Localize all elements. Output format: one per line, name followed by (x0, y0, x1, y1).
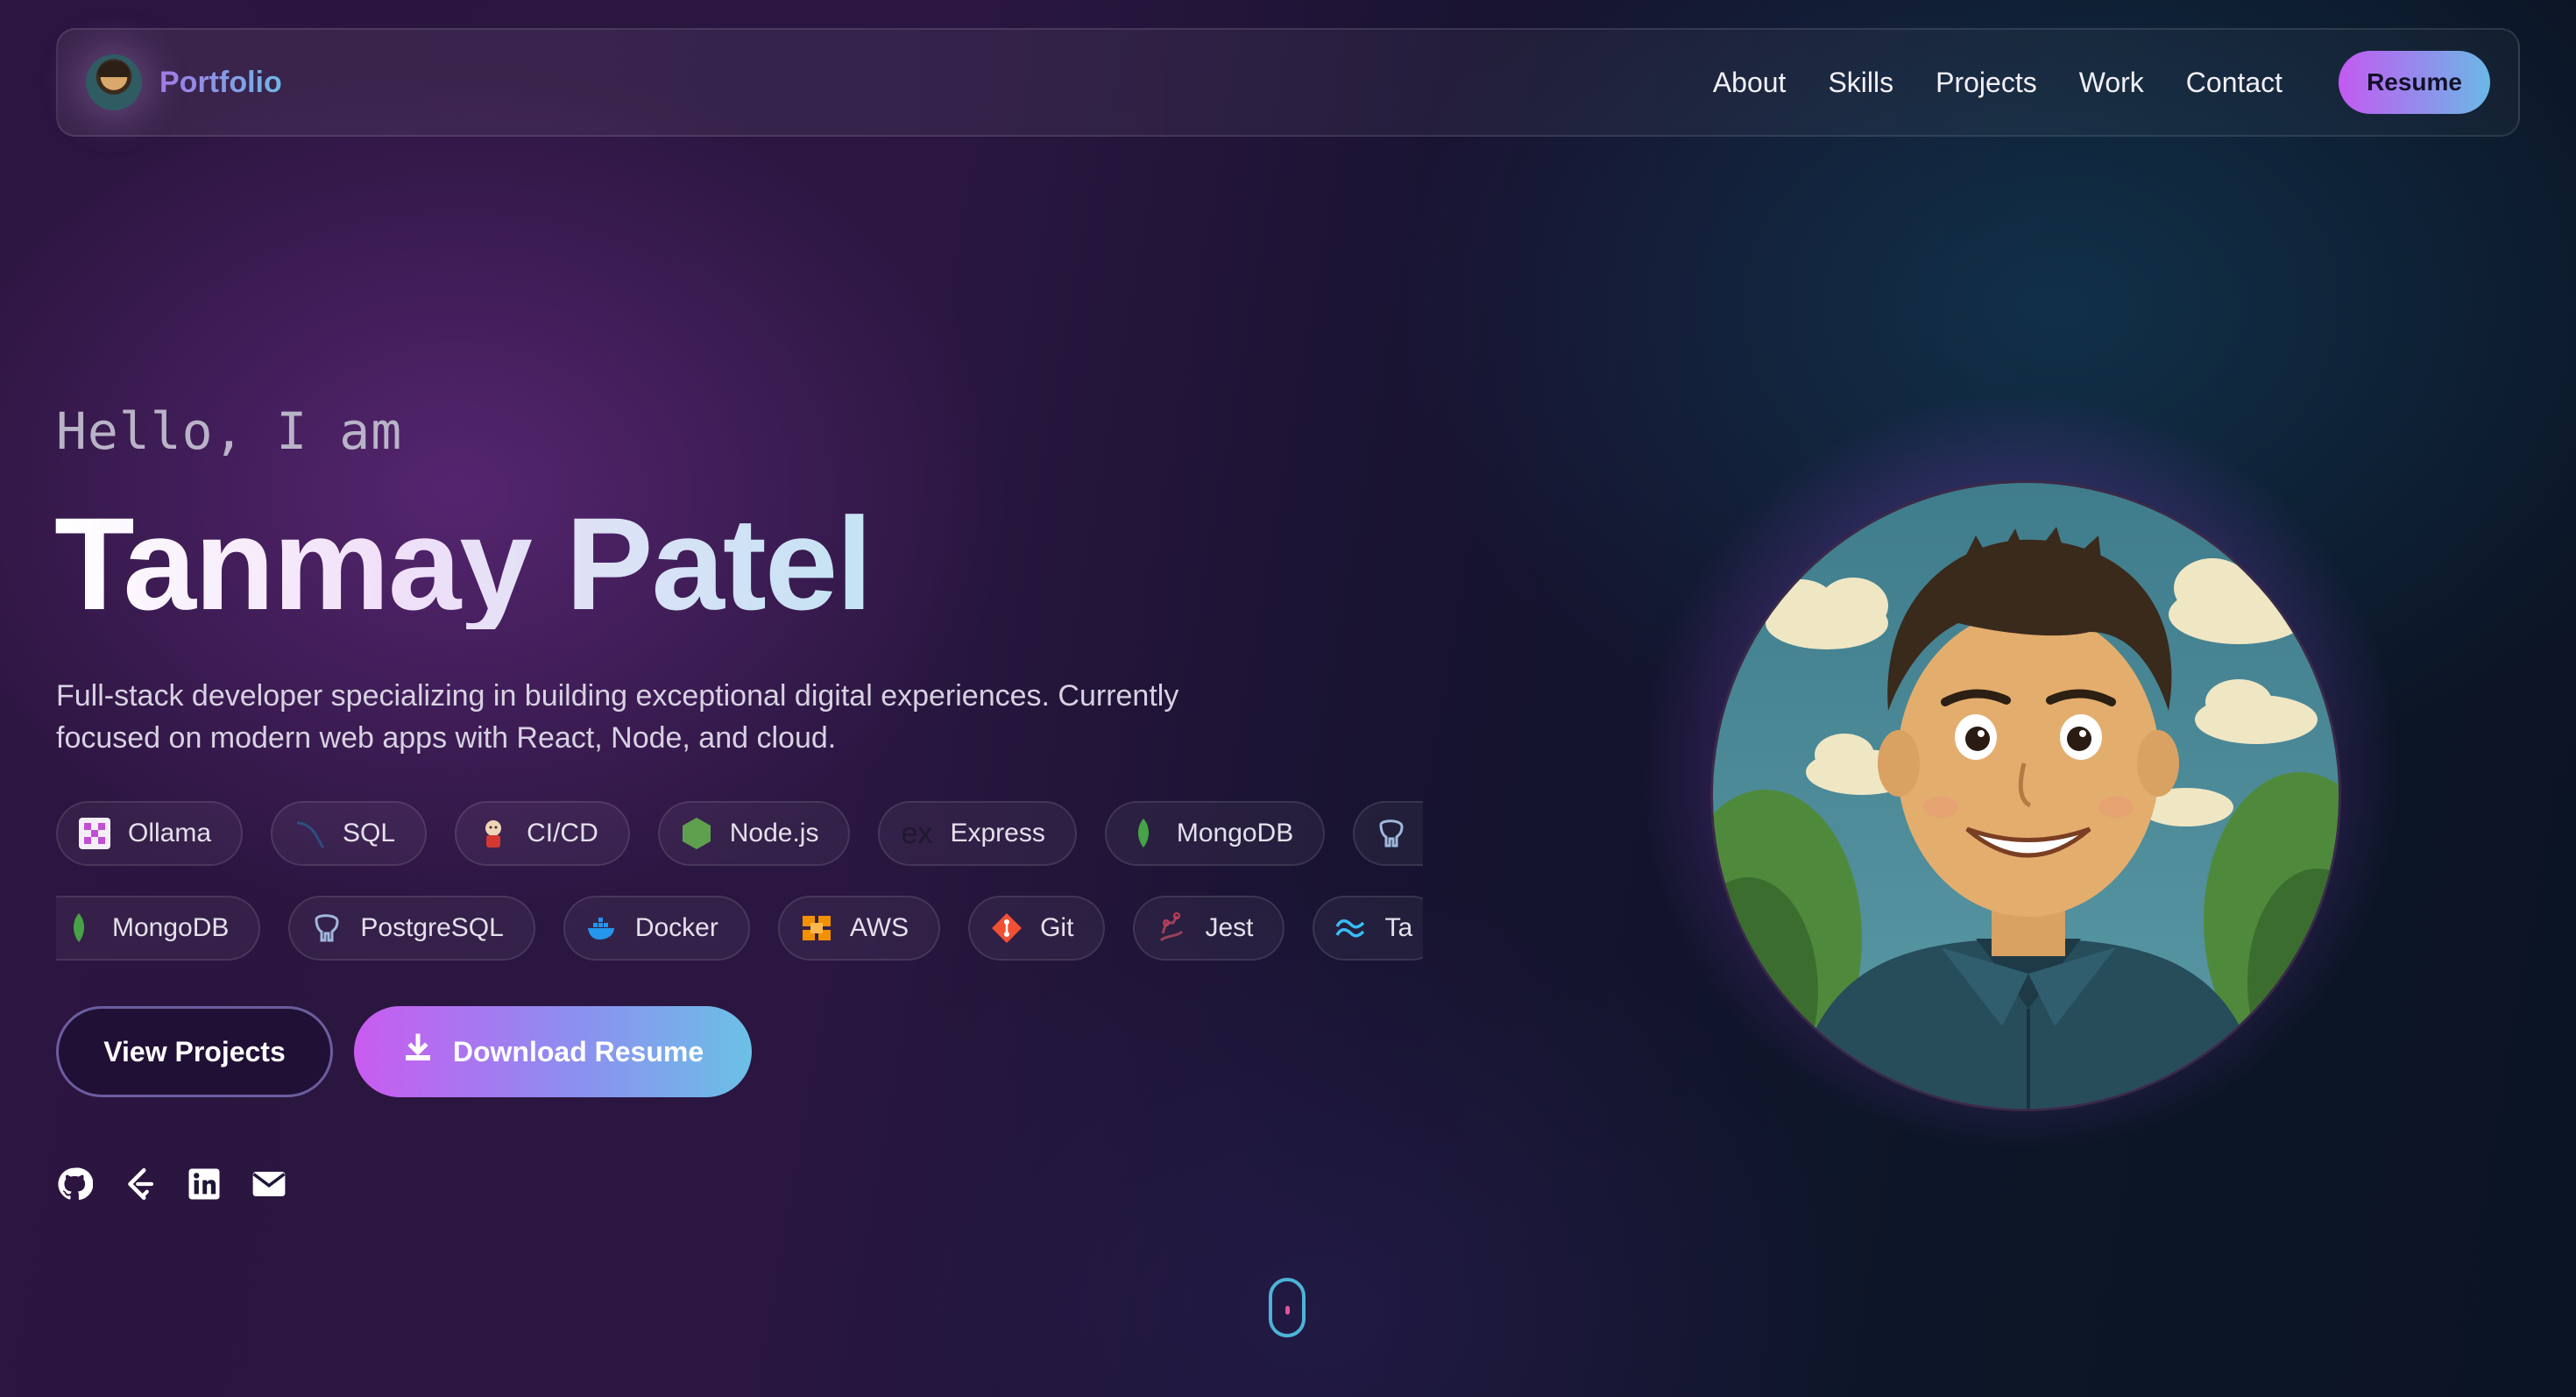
scroll-dot (1285, 1306, 1290, 1315)
download-resume-button[interactable]: Download Resume (354, 1006, 752, 1097)
skill-label: PostgreSQL (360, 913, 504, 942)
brand[interactable]: Portfolio (86, 54, 282, 110)
brand-name[interactable]: Portfolio (159, 66, 282, 100)
skill-chip-mongodb: MongoDB (56, 896, 261, 961)
docker-whale-icon (584, 911, 619, 946)
hero-description: Full-stack developer specializing in bui… (56, 679, 1179, 755)
jenkins-icon (476, 816, 511, 851)
skill-label: Ta (1384, 913, 1413, 942)
mongodb-leaf-icon (61, 911, 96, 946)
skill-chip-express: ex Express (878, 801, 1077, 866)
nav-link-contact[interactable]: Contact (2186, 67, 2282, 99)
hero-greeting: Hello, I am (56, 401, 403, 461)
skill-label: MongoDB (1176, 819, 1294, 847)
mongodb-leaf-icon (1126, 816, 1161, 851)
nav-links: About Skills Projects Work Contact Resum… (1713, 51, 2490, 114)
nav-link-work[interactable]: Work (2079, 67, 2144, 99)
scroll-down-indicator[interactable] (1269, 1278, 1306, 1337)
skills-marquee-row-1: Ollama SQL CI/CD Node.js ex Express Mong… (56, 801, 1423, 873)
skill-chip-jest: Jest (1133, 896, 1285, 961)
skill-label: Docker (634, 913, 718, 942)
tailwind-icon (1334, 911, 1369, 946)
resume-button[interactable]: Resume (2339, 51, 2490, 114)
skill-label: Ollama (128, 819, 212, 847)
github-icon[interactable] (56, 1166, 93, 1202)
jest-icon (1154, 911, 1189, 946)
nodejs-icon (679, 816, 714, 851)
skill-chip-cicd: CI/CD (455, 801, 630, 866)
navbar: Portfolio About Skills Projects Work Con… (56, 28, 2520, 137)
view-projects-button[interactable]: View Projects (56, 1006, 333, 1097)
download-icon (402, 1032, 434, 1071)
skill-chip-nodejs: Node.js (657, 801, 851, 866)
skill-label: MongoDB (112, 913, 230, 942)
skill-chip-ollama: Ollama (56, 801, 244, 866)
skill-chip-docker: Docker (563, 896, 750, 961)
express-icon: ex (901, 817, 933, 850)
git-icon (989, 911, 1024, 946)
email-icon[interactable] (251, 1166, 287, 1202)
skill-chip-postgresql-partial (1353, 801, 1423, 866)
skill-label: SQL (343, 819, 396, 847)
hero-name: Tanmay Patel (54, 490, 873, 637)
skill-label: CI/CD (527, 819, 598, 847)
leetcode-icon[interactable] (121, 1166, 158, 1202)
postgresql-elephant-icon (309, 911, 344, 946)
profile-portrait-image (1710, 480, 2341, 1111)
skill-chip-postgresql: PostgreSQL (288, 896, 535, 961)
ollama-icon (77, 816, 112, 851)
brand-avatar (86, 54, 142, 110)
aws-icon (799, 911, 834, 946)
download-resume-label: Download Resume (452, 1035, 704, 1067)
skill-chip-sql: SQL (271, 801, 428, 866)
skill-label: Node.js (729, 819, 819, 847)
postgresql-elephant-icon (1374, 816, 1409, 851)
linkedin-icon[interactable] (186, 1166, 223, 1202)
skill-label: Express (950, 819, 1045, 847)
skill-label: Jest (1205, 913, 1254, 942)
skill-label: Git (1040, 913, 1074, 942)
sql-dolphin-icon (292, 816, 327, 851)
nav-link-skills[interactable]: Skills (1828, 67, 1893, 99)
skill-chip-aws: AWS (777, 896, 941, 961)
skill-chip-tailwind-partial: Ta (1313, 896, 1423, 961)
social-links (56, 1166, 287, 1202)
skills-marquee-row-2: MongoDB PostgreSQL Docker AWS Git Jest T… (56, 896, 1423, 968)
skill-chip-mongodb: MongoDB (1104, 801, 1326, 866)
nav-link-projects[interactable]: Projects (1936, 67, 2037, 99)
nav-link-about[interactable]: About (1713, 67, 1787, 99)
skill-label: AWS (849, 913, 909, 942)
skill-chip-git: Git (968, 896, 1106, 961)
